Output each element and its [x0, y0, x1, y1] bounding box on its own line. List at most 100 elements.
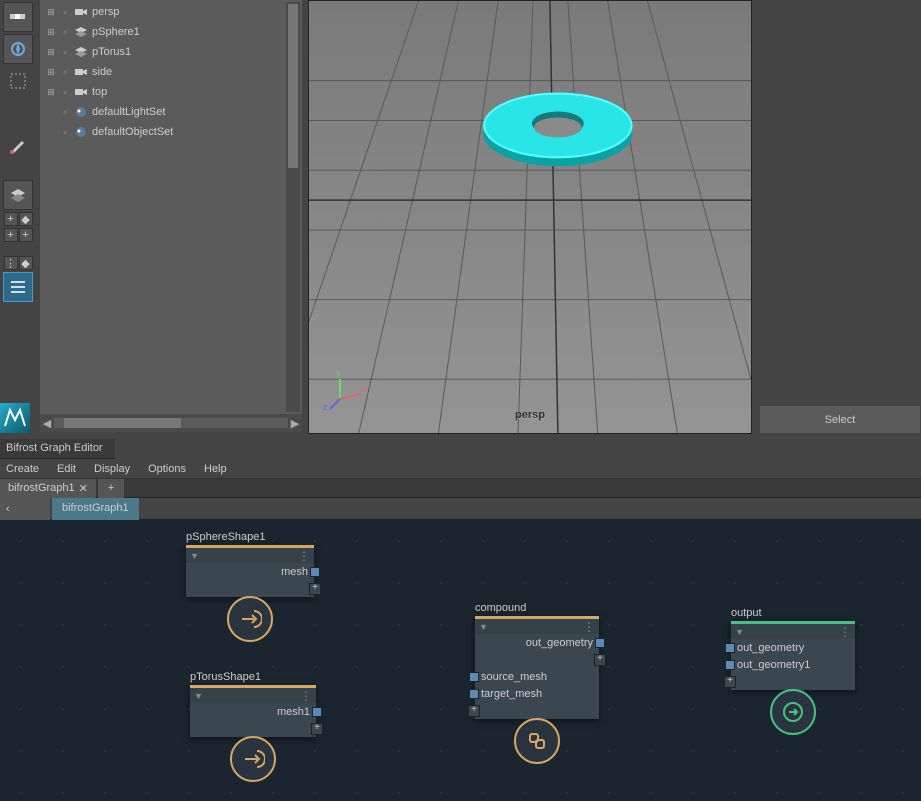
expand-icon[interactable]: ⊞	[46, 87, 56, 97]
output-port[interactable]	[312, 707, 322, 717]
bge-crumb-item[interactable]: bifrostGraph1	[52, 498, 139, 520]
node-header[interactable]: ▼⋮	[475, 619, 599, 634]
node-header[interactable]: ▼⋮	[186, 548, 314, 563]
outliner-v-scrollbar[interactable]	[286, 2, 300, 412]
output-port[interactable]	[595, 638, 605, 648]
node-port-row: out_geometry	[475, 634, 599, 651]
scroll-right-icon[interactable]: ▶	[288, 416, 302, 430]
node-menu-icon[interactable]: ⋮	[300, 689, 312, 703]
camera-icon	[74, 66, 88, 78]
outliner-label: pTorus1	[92, 46, 131, 58]
collapse-icon[interactable]: ▼	[190, 551, 199, 561]
output-port[interactable]	[310, 567, 320, 577]
node-psphere[interactable]: pSphereShape1 ▼⋮ mesh +	[186, 545, 314, 597]
node-header[interactable]: ▼⋮	[731, 624, 855, 639]
outliner-row[interactable]: ⊞ ▫ defaultLightSet	[40, 102, 302, 122]
tool-layers[interactable]	[3, 180, 33, 210]
add-port-icon[interactable]: +	[309, 583, 321, 595]
outliner-h-scrollbar: ◀ ▶	[40, 414, 302, 432]
tool-selection-mask[interactable]	[3, 2, 33, 32]
bge-tab-label: bifrostGraph1	[8, 482, 75, 494]
outliner-row[interactable]: ⊞ ▫ pSphere1	[40, 22, 302, 42]
close-icon[interactable]: ✕	[79, 482, 88, 495]
bge-menu-create[interactable]: Create	[6, 463, 39, 475]
node-menu-icon[interactable]: ⋮	[839, 625, 851, 639]
bge-tab[interactable]: bifrostGraph1 ✕	[0, 479, 96, 498]
outliner-row[interactable]: ⊞ ▫ defaultObjectSet	[40, 122, 302, 142]
tool-b2[interactable]: +	[19, 228, 33, 242]
box-icon: ▫	[60, 127, 70, 137]
collapse-icon[interactable]: ▼	[479, 622, 488, 632]
tool-c2[interactable]: ◆	[19, 256, 33, 270]
expand-icon[interactable]: ⊞	[46, 47, 56, 57]
bge-back-button[interactable]: ‹	[0, 498, 50, 520]
tool-a1[interactable]: +	[4, 212, 18, 226]
add-port-icon[interactable]: +	[468, 705, 480, 717]
expand-icon[interactable]: ⊞	[46, 7, 56, 17]
node-title: pSphereShape1	[186, 531, 266, 543]
scroll-track[interactable]	[54, 418, 288, 428]
crumb-label: bifrostGraph1	[62, 502, 129, 514]
expand-icon[interactable]: ⊞	[46, 67, 56, 77]
tool-b1[interactable]: +	[4, 228, 18, 242]
collapse-icon[interactable]: ▼	[735, 627, 744, 637]
node-header[interactable]: ▼⋮	[190, 688, 316, 703]
viewport-persp[interactable]: y x z persp	[308, 0, 752, 434]
expand-icon[interactable]: ⊞	[46, 27, 56, 37]
outliner-label: side	[92, 66, 112, 78]
node-compound[interactable]: compound ▼⋮ out_geometry + source_mesh t…	[475, 616, 599, 719]
node-badge-icon	[514, 718, 560, 764]
port-label: out_geometry	[737, 642, 804, 654]
node-port-row: mesh	[186, 563, 314, 580]
add-port-icon[interactable]: +	[594, 654, 606, 666]
camera-icon	[74, 86, 88, 98]
node-port-row: target_mesh	[475, 685, 599, 702]
set-icon	[74, 126, 88, 138]
bge-menu-display[interactable]: Display	[94, 463, 130, 475]
port-label: mesh	[281, 566, 308, 578]
input-port[interactable]	[469, 689, 479, 699]
outliner-row[interactable]: ⊞ ▫ persp	[40, 2, 302, 22]
add-port-icon[interactable]: +	[311, 723, 323, 735]
add-port-icon[interactable]: +	[724, 676, 736, 688]
port-label: mesh1	[277, 706, 310, 718]
tool-a2[interactable]: ◆	[19, 212, 33, 226]
node-output[interactable]: output ▼⋮ out_geometry out_geometry1 +	[731, 621, 855, 690]
bge-menu-bar: Create Edit Display Options Help	[0, 459, 921, 479]
input-port[interactable]	[725, 643, 735, 653]
select-label: Select	[825, 414, 856, 426]
tool-list[interactable]	[3, 272, 33, 302]
outliner-label: persp	[92, 6, 120, 18]
node-ptorus[interactable]: pTorusShape1 ▼⋮ mesh1 +	[190, 685, 316, 737]
bge-menu-edit[interactable]: Edit	[57, 463, 76, 475]
scrollbar-thumb[interactable]	[288, 4, 298, 168]
bge-tab-bar: bifrostGraph1 ✕ +	[0, 479, 921, 498]
collapse-icon[interactable]: ▼	[194, 691, 203, 701]
scroll-left-icon[interactable]: ◀	[40, 416, 54, 430]
input-port[interactable]	[725, 660, 735, 670]
tool-highlight[interactable]	[3, 34, 33, 64]
bge-menu-help[interactable]: Help	[204, 463, 227, 475]
box-icon: ▫	[60, 107, 70, 117]
bge-tab-add[interactable]: +	[98, 479, 124, 498]
node-title: compound	[475, 602, 526, 614]
port-label: source_mesh	[481, 671, 547, 683]
node-port-row: out_geometry	[731, 639, 855, 656]
scrollbar-thumb[interactable]	[64, 418, 181, 428]
tool-c1[interactable]: ⋮	[4, 256, 18, 270]
bge-menu-options[interactable]: Options	[148, 463, 186, 475]
outliner-row[interactable]: ⊞ ▫ side	[40, 62, 302, 82]
select-button[interactable]: Select	[760, 406, 920, 433]
outliner-panel: ⊞ ▫ persp ⊞ ▫ pSphere1 ⊞ ▫ pTorus1 ⊞ ▫	[40, 0, 302, 432]
tool-grid-a: + ◆	[4, 212, 33, 226]
tool-paint[interactable]	[3, 130, 33, 160]
node-menu-icon[interactable]: ⋮	[583, 620, 595, 634]
outliner-row[interactable]: ⊞ ▫ pTorus1	[40, 42, 302, 62]
node-port-row: +	[186, 580, 314, 597]
input-port[interactable]	[469, 672, 479, 682]
node-menu-icon[interactable]: ⋮	[298, 549, 310, 563]
outliner-row[interactable]: ⊞ ▫ top	[40, 82, 302, 102]
bge-graph-canvas[interactable]: pSphereShape1 ▼⋮ mesh + pTorusShape1 ▼⋮ …	[0, 520, 921, 801]
tool-marquee[interactable]	[3, 66, 33, 96]
layers-icon	[74, 46, 88, 58]
